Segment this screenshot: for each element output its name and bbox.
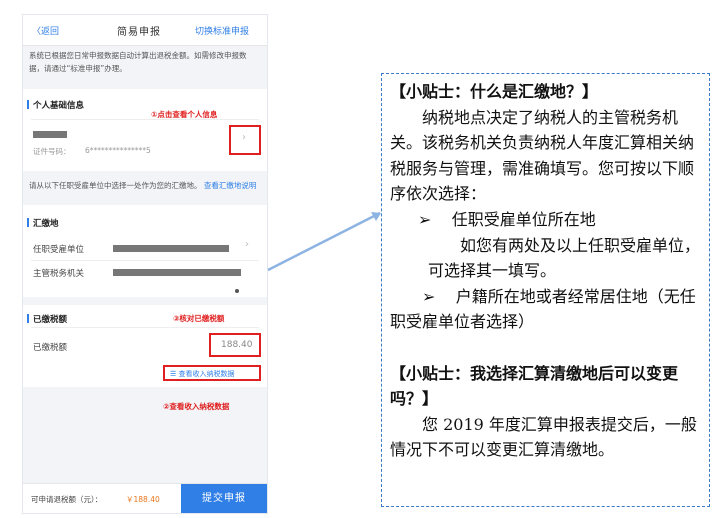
tip1-title: 【小贴士：什么是汇缴地？】 [390, 82, 599, 101]
option1: ➢ 任职受雇单位所在地 [390, 207, 702, 233]
bullet-arrow-icon: ➢ [422, 286, 436, 306]
tips-box: 【小贴士：什么是汇缴地？】 纳税地点决定了纳税人的主管税务机关。该税务机关负责纳… [381, 73, 710, 507]
tip1-body: 纳税地点决定了纳税人的主管税务机关。该税务机关负责纳税人年度汇算相关纳税服务与管… [390, 107, 695, 204]
option2-text: 户籍所在地或者经常居住地（无任职受雇单位者选择） [390, 286, 696, 332]
bullet-arrow-icon: ➢ [418, 209, 432, 229]
option1-note: 如您有两处及以上任职受雇单位，可选择其一填写。 [428, 235, 701, 281]
tip2-body: 您 2019 年度汇算申报表提交后，一般情况下不可以变更汇算清缴地。 [390, 414, 697, 460]
connector-line [267, 211, 381, 272]
tip2-title: 【小贴士：我选择汇算清缴地后可以变更吗？】 [390, 363, 679, 409]
option2: ➢ 户籍所在地或者经常居住地（无任职受雇单位者选择） [390, 284, 702, 335]
option1-text: 任职受雇单位所在地 [451, 209, 596, 229]
